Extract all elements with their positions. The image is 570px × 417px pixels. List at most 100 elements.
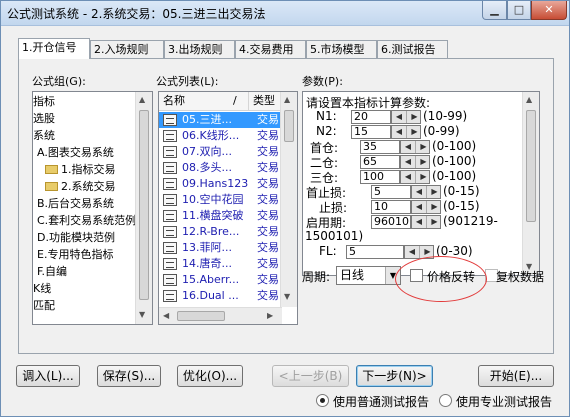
tree-item[interactable]: 指标: [33, 93, 55, 110]
param-spinner[interactable]: ◀ ▶: [400, 140, 430, 154]
close-icon[interactable]: ✕: [531, 1, 567, 20]
scroll-right-icon[interactable]: ▶: [267, 311, 273, 320]
scroll-thumb[interactable]: [177, 311, 225, 321]
optimize-button[interactable]: 优化(O)...: [177, 365, 243, 387]
list-row[interactable]: 16.Dual ... 交易: [159, 288, 282, 304]
spin-left-icon[interactable]: ◀: [401, 156, 416, 168]
tab-trade-fees[interactable]: 4.交易费用: [235, 40, 306, 58]
spin-left-icon[interactable]: ◀: [392, 111, 407, 123]
spin-right-icon[interactable]: ▶: [416, 141, 431, 153]
scroll-up-icon[interactable]: ▲: [284, 95, 290, 104]
tab-exit-rules[interactable]: 3.出场规则: [164, 40, 235, 58]
title-bar[interactable]: 公式测试系统 - 2.系统交易：05.三进三出交易法 ▁ □ ✕: [1, 1, 569, 26]
tab-open-signal[interactable]: 1.开仓信号: [18, 38, 90, 59]
spin-right-icon[interactable]: ▶: [427, 186, 442, 198]
list-row[interactable]: 14.唐奇... 交易: [159, 256, 282, 272]
spin-left-icon[interactable]: ◀: [412, 216, 427, 228]
spin-right-icon[interactable]: ▶: [416, 156, 431, 168]
param-range: (0-100): [432, 169, 477, 183]
list-row[interactable]: 06.K线形... 交易: [159, 128, 282, 144]
tab-test-report[interactable]: 6.测试报告: [377, 40, 448, 58]
list-row[interactable]: 11.横盘突破 交易: [159, 208, 282, 224]
list-row[interactable]: 12.R-Bre... 交易: [159, 224, 282, 240]
spin-right-icon[interactable]: ▶: [416, 171, 431, 183]
param-spinner[interactable]: ◀ ▶: [411, 185, 441, 199]
param-input-stop[interactable]: 10: [371, 200, 411, 214]
scroll-thumb[interactable]: [139, 110, 149, 300]
tree-item-selected[interactable]: 2.系统交易: [45, 178, 116, 195]
spin-right-icon[interactable]: ▶: [427, 201, 442, 213]
tree-item[interactable]: K线: [33, 280, 51, 297]
spin-right-icon[interactable]: ▶: [427, 216, 442, 228]
params-label: 参数(P):: [302, 75, 343, 88]
list-row[interactable]: 13.菲阿... 交易: [159, 240, 282, 256]
formula-group-scrollbar[interactable]: ▲ ▼: [135, 92, 152, 324]
spin-right-icon[interactable]: ▶: [407, 126, 422, 138]
pro-report-radio[interactable]: [439, 394, 452, 407]
list-row[interactable]: 07.双向... 交易: [159, 144, 282, 160]
normal-report-label: 使用普通测试报告: [333, 395, 430, 409]
param-spinner[interactable]: ◀ ▶: [400, 155, 430, 169]
spin-left-icon[interactable]: ◀: [401, 141, 416, 153]
param-input-third-pos[interactable]: 100: [360, 170, 400, 184]
formula-list[interactable]: 名称 / 类型 05.三进... 交易 06.K线形... 交易 07.双向...…: [158, 91, 298, 325]
param-input-second-pos[interactable]: 65: [360, 155, 400, 169]
prev-step-button[interactable]: <上一步(B): [272, 365, 349, 387]
list-row[interactable]: 09.Hans123 交易: [159, 176, 282, 192]
tree-item[interactable]: 匹配: [33, 297, 55, 314]
param-input-fl[interactable]: 5: [346, 245, 404, 259]
param-spinner[interactable]: ◀ ▶: [391, 110, 421, 124]
spin-left-icon[interactable]: ◀: [412, 201, 427, 213]
tree-item[interactable]: D.功能模块范例: [37, 229, 115, 246]
list-row[interactable]: 15.Aberr... 交易: [159, 272, 282, 288]
formula-group-tree[interactable]: 指标 选股 系统 A.图表交易系统 1.指标交易 2.系统交易 B.后台交易系统…: [32, 91, 153, 325]
param-spinner[interactable]: ◀ ▶: [400, 170, 430, 184]
list-row[interactable]: 10.空中花园 交易: [159, 192, 282, 208]
scroll-up-icon[interactable]: ▲: [139, 95, 145, 104]
tree-item[interactable]: C.套利交易系统范例: [37, 212, 136, 229]
tree-item[interactable]: 选股: [33, 110, 55, 127]
maximize-icon[interactable]: □: [507, 1, 531, 20]
formula-list-hscrollbar[interactable]: ◀ ▶: [159, 307, 282, 324]
col-name-header[interactable]: 名称 /: [159, 92, 249, 111]
param-spinner[interactable]: ◀ ▶: [391, 125, 421, 139]
param-input-first-pos[interactable]: 35: [360, 140, 400, 154]
param-input-first-stop[interactable]: 5: [371, 185, 411, 199]
tree-item[interactable]: F.自编: [37, 263, 67, 280]
save-button[interactable]: 保存(S)...: [97, 365, 161, 387]
list-row-selected[interactable]: 05.三进... 交易: [159, 112, 282, 128]
scroll-left-icon[interactable]: ◀: [163, 311, 169, 320]
tree-item[interactable]: B.后台交易系统: [37, 195, 114, 212]
tree-item[interactable]: A.图表交易系统: [37, 144, 114, 161]
scroll-thumb[interactable]: [284, 110, 294, 142]
scroll-up-icon[interactable]: ▲: [526, 95, 532, 104]
period-label: 周期:: [302, 270, 331, 284]
tab-entry-rules[interactable]: 2.入场规则: [90, 40, 164, 58]
tree-item[interactable]: E.专用特色指标: [37, 246, 113, 263]
spin-right-icon[interactable]: ▶: [407, 111, 422, 123]
import-button[interactable]: 调入(L)...: [16, 365, 80, 387]
scroll-down-icon[interactable]: ▼: [284, 292, 290, 301]
param-spinner[interactable]: ◀ ▶: [411, 200, 441, 214]
param-input-n1[interactable]: 20: [351, 110, 391, 124]
next-step-button[interactable]: 下一步(N)>: [356, 365, 433, 387]
minimize-icon[interactable]: ▁: [482, 1, 507, 20]
spin-left-icon[interactable]: ◀: [405, 246, 420, 258]
param-input-n2[interactable]: 15: [351, 125, 391, 139]
tree-item[interactable]: 系统: [33, 127, 55, 144]
tree-item[interactable]: 1.指标交易: [45, 161, 116, 178]
param-spinner[interactable]: ◀ ▶: [411, 215, 441, 229]
param-input-start-date[interactable]: 96010: [371, 215, 411, 229]
scroll-thumb[interactable]: [526, 110, 536, 222]
tab-market-model[interactable]: 5.市场模型: [306, 40, 377, 58]
period-select[interactable]: 日线 ▼: [336, 266, 401, 285]
spin-left-icon[interactable]: ◀: [412, 186, 427, 198]
start-button[interactable]: 开始(E)...: [478, 365, 554, 387]
formula-list-vscrollbar[interactable]: ▲ ▼: [280, 92, 297, 307]
spin-left-icon[interactable]: ◀: [401, 171, 416, 183]
scroll-down-icon[interactable]: ▼: [139, 310, 145, 319]
normal-report-radio[interactable]: [316, 394, 329, 407]
list-row[interactable]: 08.多头... 交易: [159, 160, 282, 176]
spin-left-icon[interactable]: ◀: [392, 126, 407, 138]
params-scrollbar[interactable]: ▲ ▼: [522, 92, 539, 275]
